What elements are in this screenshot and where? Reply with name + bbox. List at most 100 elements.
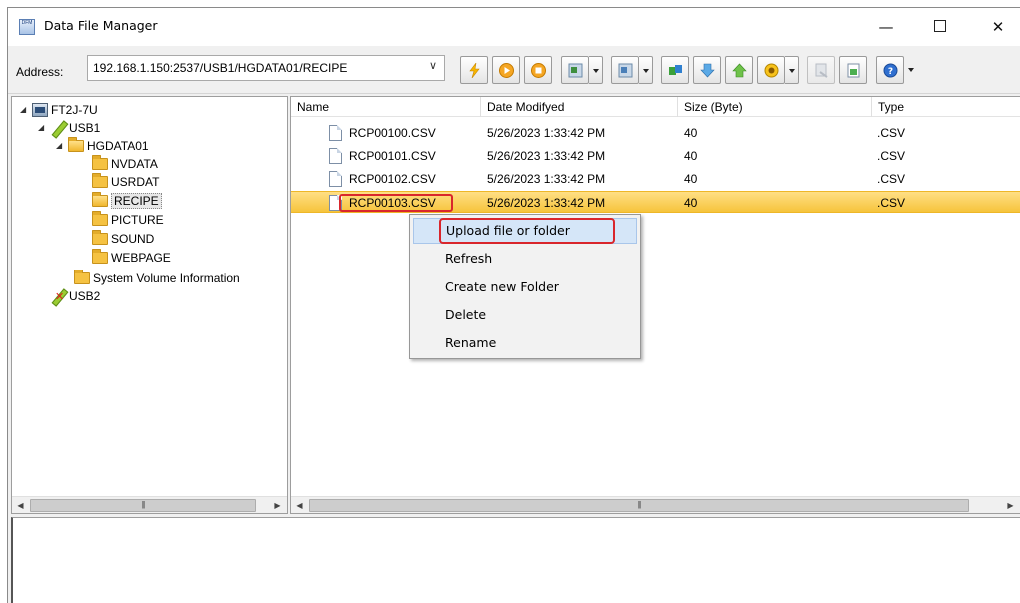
file-date: 5/26/2023 1:33:42 PM — [487, 196, 606, 210]
file-type: .CSV — [877, 149, 906, 163]
minimize-icon: — — [878, 18, 894, 36]
file-row-selected[interactable]: RCP00103.CSV 5/26/2023 1:33:42 PM 40 .CS… — [291, 191, 1020, 213]
help-button[interactable]: ? — [876, 56, 904, 84]
window-copy-button[interactable] — [611, 56, 639, 84]
file-row[interactable]: RCP00101.CSV 5/26/2023 1:33:42 PM 40 .CS… — [291, 145, 1020, 167]
tree-item-ft2j-7u[interactable]: ◢ FT2J-7U — [20, 102, 98, 118]
column-header-name[interactable]: Name — [291, 97, 481, 117]
tree-item-usb1[interactable]: ◢ USB1 — [38, 120, 101, 136]
scroll-left-icon[interactable]: ◀ — [12, 497, 29, 514]
folder-icon — [92, 249, 108, 264]
minimize-button[interactable]: — — [864, 8, 908, 46]
help-dropdown[interactable] — [904, 56, 918, 84]
chevron-down-icon[interactable]: ∨ — [429, 59, 437, 72]
settings-dropdown[interactable] — [785, 56, 799, 84]
csv-file-icon — [329, 148, 342, 164]
upload-button[interactable] — [725, 56, 753, 84]
folder-icon — [92, 173, 108, 188]
tree-item-webpage[interactable]: WEBPAGE — [92, 249, 171, 266]
column-header-type[interactable]: Type — [872, 97, 1020, 117]
scrollbar-thumb[interactable]: ||| — [309, 499, 969, 512]
folder-tree[interactable]: ◢ FT2J-7U ◢ USB1 ◢ HGDATA01 NVDATA USRDA… — [11, 96, 288, 514]
tree-item-label: NVDATA — [111, 157, 158, 171]
start-button[interactable] — [492, 56, 520, 84]
file-list[interactable]: Name Date Modifyed Size (Byte) Type RCP0… — [290, 96, 1020, 514]
tree-item-label: SOUND — [111, 232, 155, 246]
annotation-highlight-box — [339, 194, 453, 212]
tree-horizontal-scrollbar[interactable]: ◀ ||| ▶ — [12, 496, 287, 513]
folder-icon — [92, 230, 108, 245]
scroll-right-icon[interactable]: ▶ — [269, 497, 286, 514]
settings-icon — [764, 63, 779, 78]
tree-item-usrdat[interactable]: USRDAT — [92, 173, 160, 190]
annotation-highlight-box — [439, 218, 615, 244]
menu-item-refresh[interactable]: Refresh — [413, 246, 637, 272]
window-copy-icon — [618, 63, 633, 78]
tree-item-hgdata01[interactable]: ◢ HGDATA01 — [56, 137, 149, 154]
toolbar: Address: 192.168.1.150:2537/USB1/HGDATA0… — [8, 46, 1020, 94]
file-type: .CSV — [877, 126, 906, 140]
list-horizontal-scrollbar[interactable]: ◀ ||| ▶ — [291, 496, 1020, 513]
file-name: RCP00101.CSV — [349, 149, 436, 163]
scroll-left-icon[interactable]: ◀ — [291, 497, 308, 514]
tree-item-picture[interactable]: PICTURE — [92, 211, 164, 228]
expand-arrow-icon[interactable]: ◢ — [38, 120, 44, 136]
tree-item-label: WEBPAGE — [111, 251, 171, 265]
window-add-icon — [568, 63, 583, 78]
file-row[interactable]: RCP00102.CSV 5/26/2023 1:33:42 PM 40 .CS… — [291, 168, 1020, 190]
context-menu: Upload file or folder Refresh Create new… — [409, 214, 641, 359]
folder-icon — [92, 211, 108, 226]
export-button[interactable] — [839, 56, 867, 84]
disabled-button[interactable] — [807, 56, 835, 84]
lightning-icon — [469, 63, 480, 78]
close-button[interactable]: ✕ — [976, 8, 1020, 46]
folder-open-icon — [68, 137, 84, 152]
transfer-button[interactable] — [661, 56, 689, 84]
menu-item-rename[interactable]: Rename — [413, 330, 637, 356]
menu-item-delete[interactable]: Delete — [413, 302, 637, 328]
output-log-area[interactable] — [11, 517, 1020, 603]
tree-item-label: HGDATA01 — [87, 139, 149, 153]
play-icon — [499, 63, 514, 78]
window-add-button[interactable] — [561, 56, 589, 84]
settings-button[interactable] — [757, 56, 785, 84]
expand-arrow-icon[interactable]: ◢ — [56, 138, 62, 154]
file-row[interactable]: RCP00100.CSV 5/26/2023 1:33:42 PM 40 .CS… — [291, 122, 1020, 144]
file-type: .CSV — [877, 172, 906, 186]
address-input[interactable]: 192.168.1.150:2537/USB1/HGDATA01/RECIPE … — [87, 55, 445, 81]
file-type: .CSV — [877, 196, 906, 210]
window-add-dropdown[interactable] — [589, 56, 603, 84]
expand-arrow-icon[interactable]: ◢ — [20, 102, 26, 118]
scroll-right-icon[interactable]: ▶ — [1002, 497, 1019, 514]
file-name: RCP00100.CSV — [349, 126, 436, 140]
tree-item-label: RECIPE — [111, 193, 162, 209]
maximize-button[interactable] — [918, 8, 962, 46]
file-size: 40 — [684, 172, 698, 186]
address-value: 192.168.1.150:2537/USB1/HGDATA01/RECIPE — [93, 61, 348, 75]
column-header-size[interactable]: Size (Byte) — [678, 97, 872, 117]
csv-file-icon — [329, 125, 342, 141]
download-button[interactable] — [693, 56, 721, 84]
tree-item-label: USB1 — [69, 121, 101, 135]
drive-icon — [32, 103, 48, 117]
tree-item-usb2[interactable]: USB2 — [50, 288, 100, 304]
tree-item-label: FT2J-7U — [51, 103, 98, 117]
scrollbar-thumb[interactable]: ||| — [30, 499, 256, 512]
stop-button[interactable] — [524, 56, 552, 84]
list-header: Name Date Modifyed Size (Byte) Type — [291, 97, 1020, 117]
menu-item-create-folder[interactable]: Create new Folder — [413, 274, 637, 300]
tree-item-label: USRDAT — [111, 175, 160, 189]
transfer-icon — [669, 65, 682, 75]
address-label: Address: — [16, 65, 64, 79]
column-header-date[interactable]: Date Modifyed — [481, 97, 678, 117]
window-copy-dropdown[interactable] — [639, 56, 653, 84]
app-icon: DFM — [19, 19, 35, 35]
tree-item-system-volume-information[interactable]: System Volume Information — [74, 270, 286, 286]
lightning-button[interactable] — [460, 56, 488, 84]
file-date: 5/26/2023 1:33:42 PM — [487, 149, 606, 163]
tree-item-sound[interactable]: SOUND — [92, 230, 155, 247]
tree-item-recipe[interactable]: RECIPE — [92, 192, 162, 209]
file-size: 40 — [684, 196, 698, 210]
tree-item-nvdata[interactable]: NVDATA — [92, 155, 158, 172]
tree-item-label: System Volume Information — [93, 271, 240, 285]
